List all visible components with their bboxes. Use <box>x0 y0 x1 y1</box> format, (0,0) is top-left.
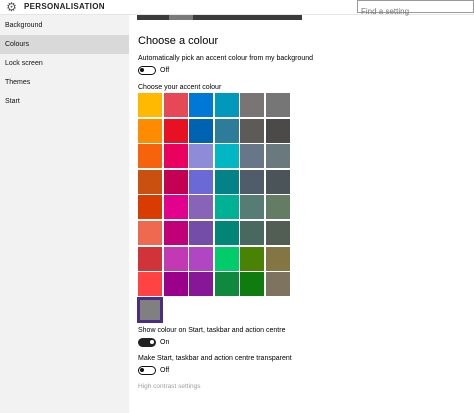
colour-swatch[interactable] <box>164 119 188 143</box>
colour-swatch[interactable] <box>266 119 290 143</box>
colour-swatch[interactable] <box>164 247 188 271</box>
colour-swatch[interactable] <box>266 144 290 168</box>
colour-swatch[interactable] <box>138 195 162 219</box>
colour-swatch[interactable] <box>215 170 239 194</box>
sidebar-item-background[interactable]: Background <box>0 16 129 35</box>
preview-taskbar-highlight <box>169 15 193 20</box>
colour-swatch[interactable] <box>266 93 290 117</box>
auto-pick-state: Off <box>160 67 170 74</box>
colour-swatch[interactable] <box>215 119 239 143</box>
colour-swatch[interactable] <box>266 170 290 194</box>
colour-swatch[interactable] <box>189 119 213 143</box>
colour-swatch[interactable] <box>164 272 188 296</box>
colour-swatch[interactable] <box>266 272 290 296</box>
colour-swatch[interactable] <box>215 221 239 245</box>
high-contrast-link[interactable]: High contrast settings <box>138 383 201 390</box>
colour-swatch[interactable] <box>240 144 264 168</box>
colour-swatch[interactable] <box>138 119 162 143</box>
colour-swatch[interactable] <box>266 195 290 219</box>
sidebar-item-themes[interactable]: Themes <box>0 73 129 92</box>
colour-swatch[interactable] <box>164 93 188 117</box>
colour-swatch[interactable] <box>164 170 188 194</box>
colour-swatch[interactable] <box>215 195 239 219</box>
show-colour-label: Show colour on Start, taskbar and action… <box>138 327 286 334</box>
colour-swatch[interactable] <box>164 195 188 219</box>
colour-swatch[interactable] <box>164 221 188 245</box>
auto-pick-label: Automatically pick an accent colour from… <box>138 55 314 62</box>
accent-colour-label: Choose your accent colour <box>138 84 222 91</box>
colour-swatch[interactable] <box>189 272 213 296</box>
colour-swatch[interactable] <box>215 247 239 271</box>
colour-swatch[interactable] <box>138 221 162 245</box>
show-colour-toggle[interactable] <box>138 338 156 347</box>
colour-swatch[interactable] <box>215 272 239 296</box>
colour-swatch[interactable] <box>164 144 188 168</box>
search-box[interactable] <box>357 0 474 17</box>
colour-swatch[interactable] <box>138 170 162 194</box>
colour-swatch[interactable] <box>240 247 264 271</box>
colour-swatch[interactable] <box>189 144 213 168</box>
toggle-knob <box>140 368 144 372</box>
colour-swatch[interactable] <box>266 221 290 245</box>
colour-swatch[interactable] <box>189 170 213 194</box>
colour-swatch[interactable] <box>138 93 162 117</box>
colour-swatch[interactable] <box>189 247 213 271</box>
colour-swatch[interactable] <box>240 272 264 296</box>
colour-swatch[interactable] <box>189 195 213 219</box>
transparent-label: Make Start, taskbar and action centre tr… <box>138 355 292 362</box>
show-colour-state: On <box>160 339 170 346</box>
colour-swatch[interactable] <box>266 247 290 271</box>
app-title: PERSONALISATION <box>24 2 105 11</box>
colour-swatch[interactable] <box>240 119 264 143</box>
colour-swatch[interactable] <box>138 298 162 322</box>
sidebar: Background Colours Lock screen Themes St… <box>0 15 129 413</box>
sidebar-item-colours[interactable]: Colours <box>0 35 129 54</box>
colour-swatch[interactable] <box>240 221 264 245</box>
background-preview <box>137 15 302 20</box>
colour-swatch[interactable] <box>215 144 239 168</box>
page-title: Choose a colour <box>138 35 219 47</box>
colour-swatch[interactable] <box>215 93 239 117</box>
search-input[interactable] <box>358 6 473 17</box>
transparent-state: Off <box>160 367 170 374</box>
sidebar-item-start[interactable]: Start <box>0 92 129 111</box>
colour-swatch[interactable] <box>189 221 213 245</box>
auto-pick-toggle[interactable] <box>138 66 156 75</box>
toggle-knob <box>140 68 144 72</box>
colour-swatch[interactable] <box>138 144 162 168</box>
transparent-toggle[interactable] <box>138 366 156 375</box>
colour-swatch[interactable] <box>138 272 162 296</box>
colour-swatch[interactable] <box>138 247 162 271</box>
sidebar-item-lock-screen[interactable]: Lock screen <box>0 54 129 73</box>
colour-swatch[interactable] <box>240 195 264 219</box>
title-bar: ⚙ PERSONALISATION <box>0 0 474 17</box>
colour-swatch[interactable] <box>240 170 264 194</box>
gear-icon[interactable]: ⚙ <box>5 1 18 14</box>
colour-swatch[interactable] <box>189 93 213 117</box>
toggle-knob <box>150 340 154 344</box>
colour-swatch[interactable] <box>240 93 264 117</box>
